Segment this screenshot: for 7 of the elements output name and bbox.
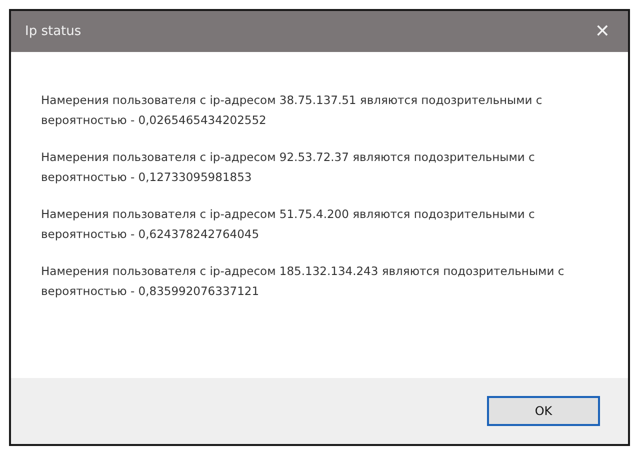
ok-button[interactable]: OK (487, 396, 600, 426)
message-text: Намерения пользователя с ip-адресом 38.75.137.51 являются подозрительными с вероятностью - 0,0265465434202552 (41, 92, 544, 129)
message-text: Намерения пользователя с ip-адресом 92.53.72.37 являются подозрительными с вероятностью - 0,12733095981853 (41, 149, 536, 186)
window-title: Ip status (25, 24, 82, 39)
close-button[interactable]: ✕ (590, 21, 614, 42)
message-text: Намерения пользователя с ip-адресом 51.75.4.200 являются подозрительными с вероятностью - 0,624378242764045 (41, 206, 536, 243)
message-text: Намерения пользователя с ip-адресом 185.132.134.243 являются подозрительными с вероятностью - 0,835992076337121 (41, 263, 566, 300)
